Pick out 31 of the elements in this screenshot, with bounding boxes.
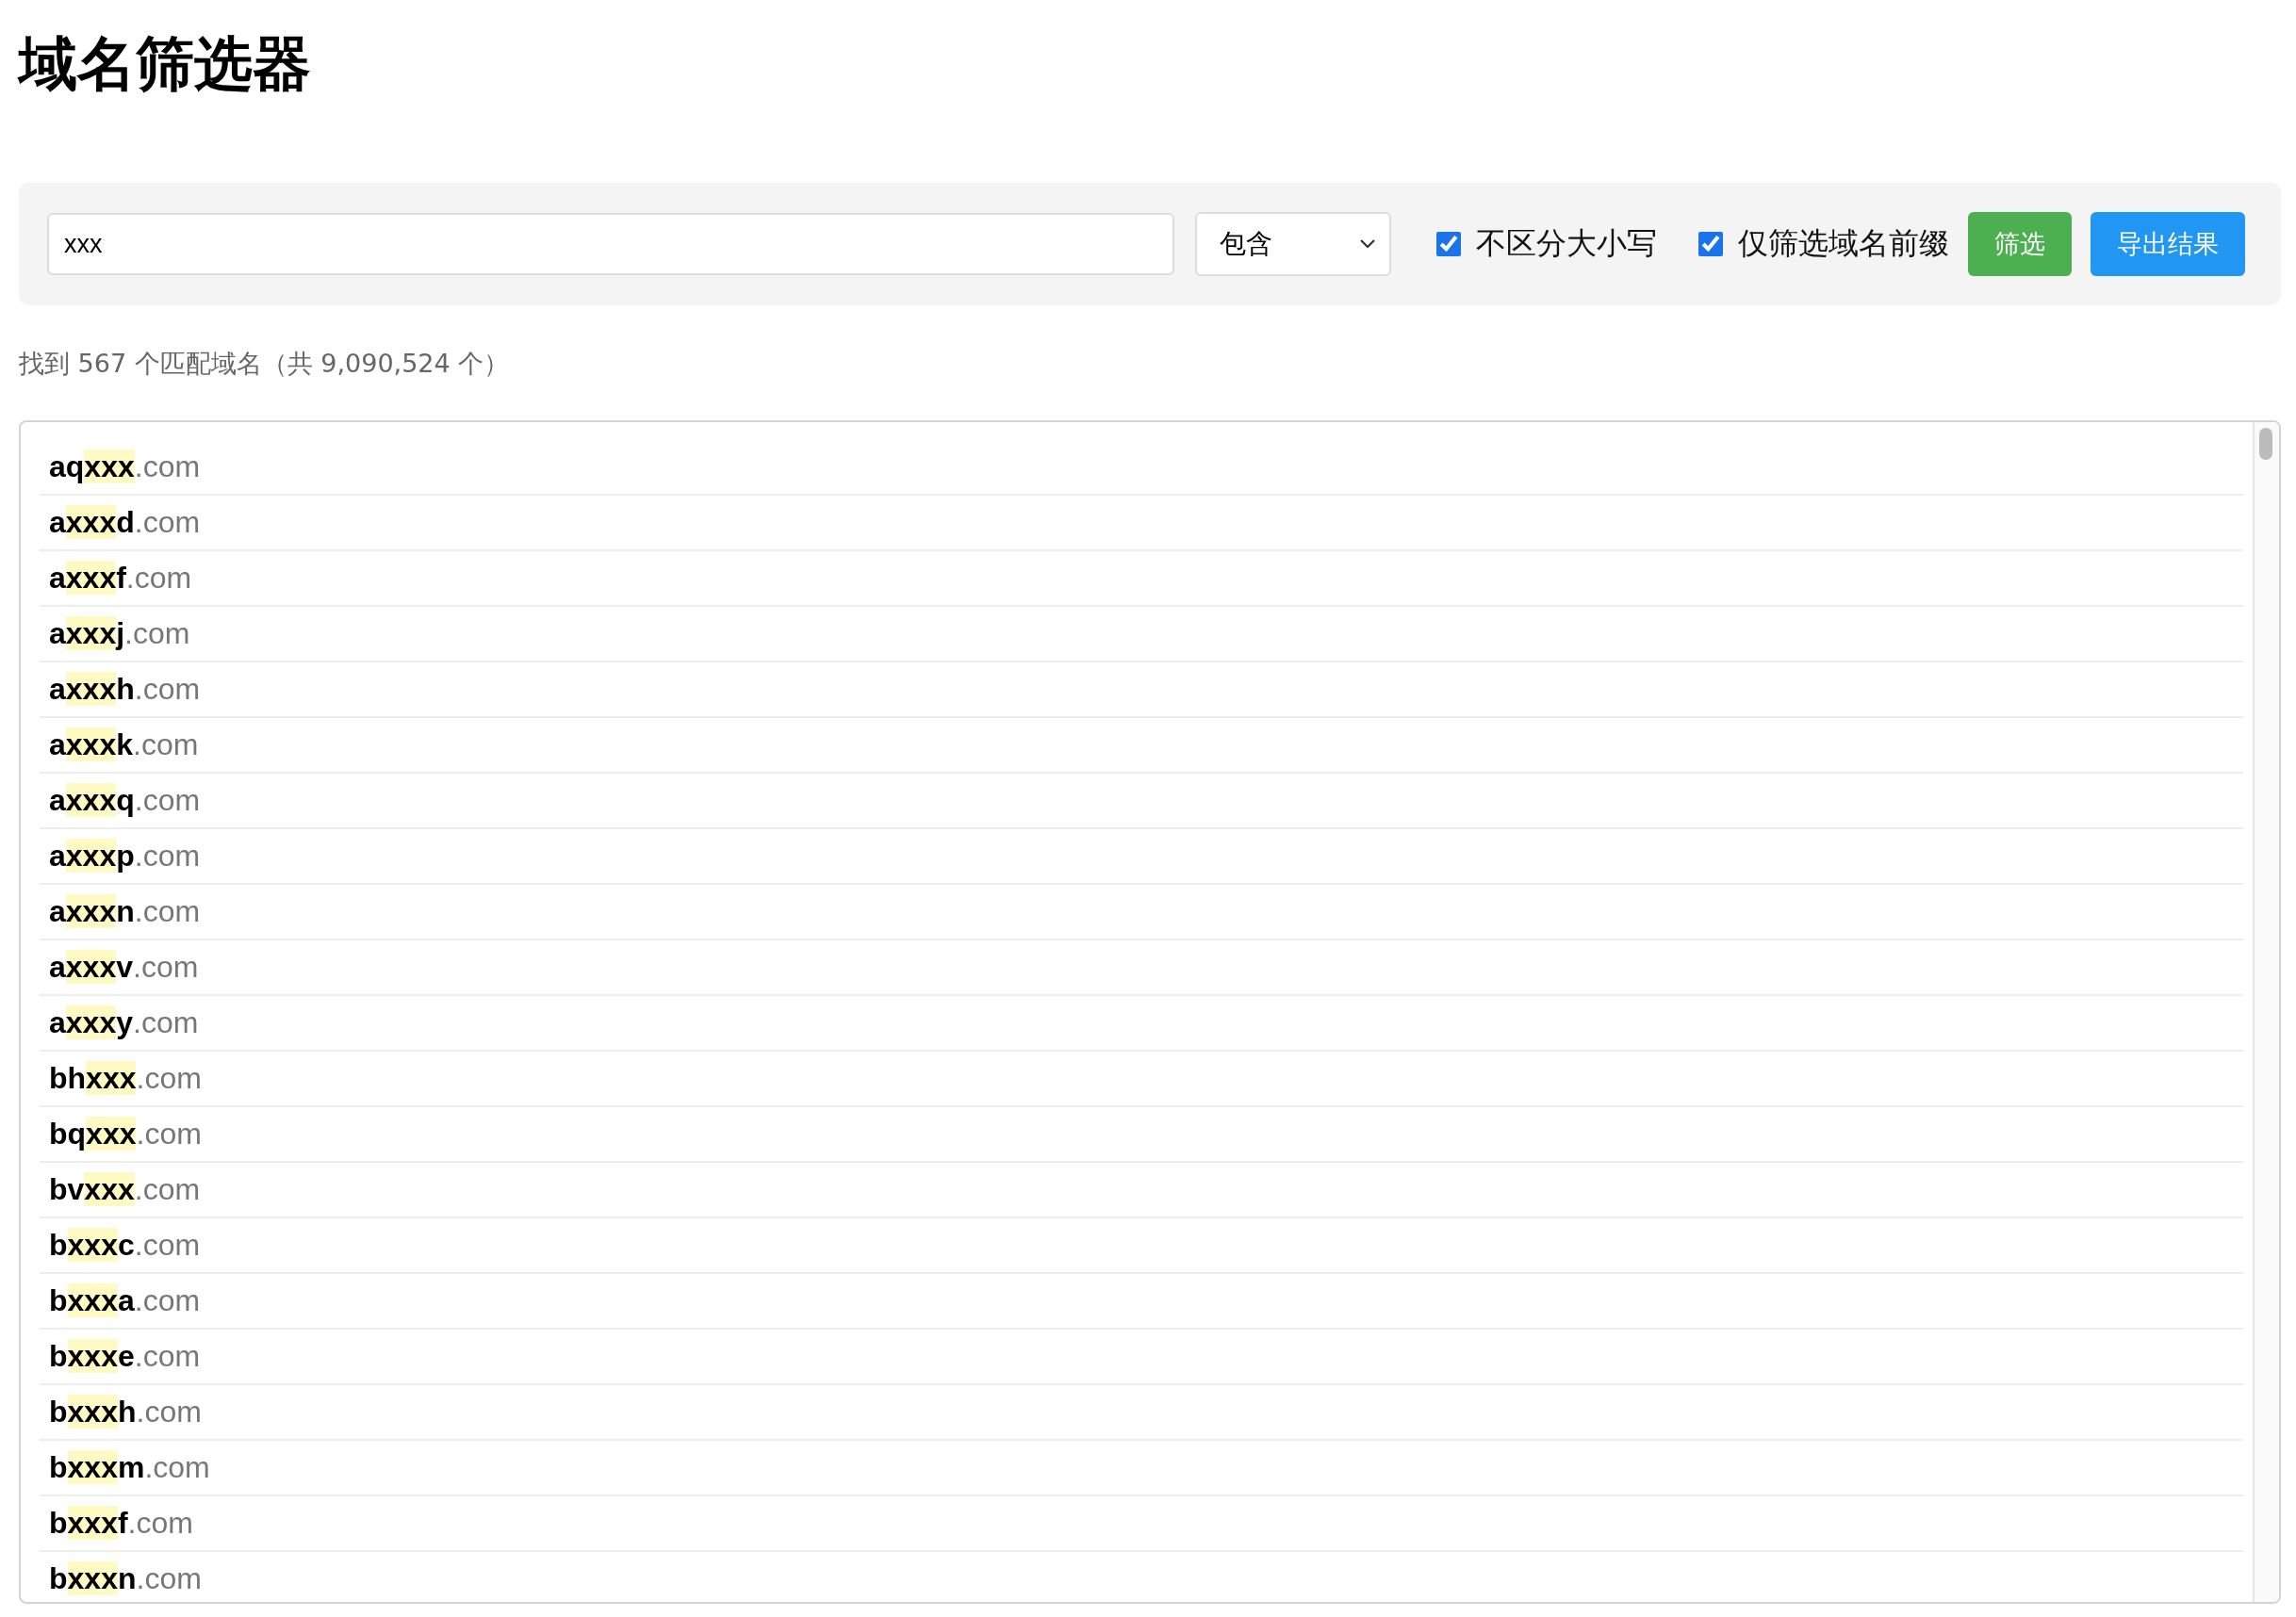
result-summary: 找到 567 个匹配域名（共 9,090,524 个） [19, 348, 510, 380]
search-field[interactable]: xxx [47, 213, 1174, 275]
domain-item: bxxxf.com [49, 1506, 193, 1541]
domain-item: axxxf.com [49, 561, 192, 596]
domain-item: axxxd.com [49, 505, 201, 540]
domain-item: axxxk.com [49, 727, 199, 762]
domain-item: axxxn.com [49, 894, 201, 929]
checkbox[interactable] [1698, 232, 1723, 256]
domain-item: axxxp.com [49, 839, 201, 874]
checkbox[interactable] [1436, 232, 1461, 256]
domain-item: bqxxx.com [49, 1117, 202, 1152]
domain-item: bvxxx.com [49, 1172, 201, 1207]
chevron-down-icon [1359, 238, 1376, 250]
domain-item: bxxxn.com [49, 1561, 202, 1596]
domain-item: axxxh.com [49, 672, 201, 707]
domain-item: bxxxh.com [49, 1395, 202, 1429]
domain-item: axxxq.com [49, 783, 201, 818]
domain-item: bxxxa.com [49, 1283, 201, 1318]
checkbox-label: 仅筛选域名前缀 [1738, 224, 1949, 263]
domain-item: bxxxe.com [49, 1339, 201, 1374]
domain-item: axxxy.com [49, 1005, 199, 1040]
scrollbar[interactable] [2253, 422, 2279, 1602]
domain-item: bhxxx.com [49, 1061, 202, 1096]
checkbox-label: 不区分大小写 [1476, 224, 1657, 263]
domain-item: bxxxm.com [49, 1450, 210, 1485]
match-mode-select[interactable]: 包含 [1195, 212, 1391, 276]
domain-item: axxxv.com [49, 950, 199, 985]
domain-item: aqxxx.com [49, 449, 201, 484]
domain-item: axxxj.com [49, 616, 190, 651]
page-title: 域名筛选器 [19, 28, 311, 100]
domain-item: bxxxc.com [49, 1228, 201, 1263]
